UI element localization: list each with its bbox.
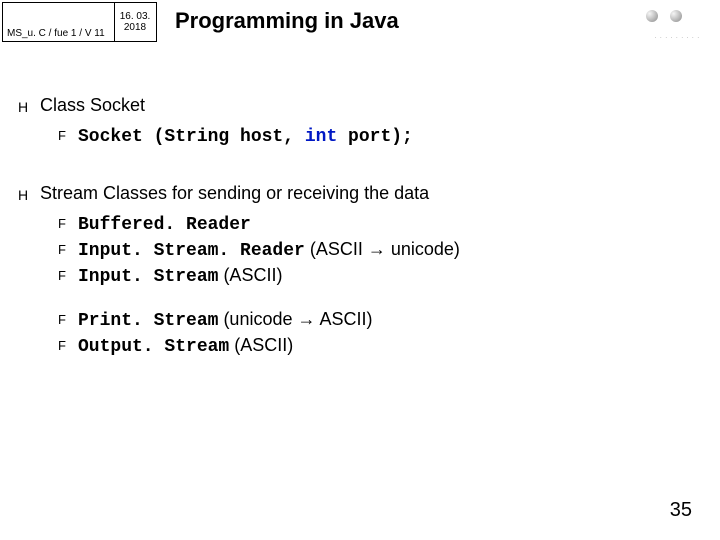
- note: ASCII): [316, 309, 373, 329]
- section-heading-text: Stream Classes for sending or receiving …: [40, 183, 429, 204]
- section-heading-text: Class Socket: [40, 95, 145, 116]
- item-text: Print. Stream (unicode → ASCII): [78, 309, 373, 331]
- y-bullet-icon: F: [58, 309, 72, 331]
- list-item: F Input. Stream (ASCII): [58, 265, 700, 287]
- slide-header: MS_u. C / fue 1 / V 11 16. 03. 2018 Prog…: [0, 0, 720, 60]
- decorative-orb-icon: [670, 10, 682, 22]
- decorative-dots: . . . . . . . . .: [655, 34, 700, 40]
- code: Input. Stream: [78, 267, 218, 287]
- code: Socket (String host,: [78, 127, 305, 147]
- item-text: Output. Stream (ASCII): [78, 335, 293, 357]
- code: Buffered. Reader: [78, 215, 251, 235]
- y-bullet-icon: F: [58, 213, 72, 235]
- item-group: F Socket (String host, int port);: [58, 125, 700, 147]
- code: Output. Stream: [78, 337, 229, 357]
- list-item: F Buffered. Reader: [58, 213, 700, 235]
- code: port);: [337, 127, 413, 147]
- note: (ASCII: [305, 239, 368, 259]
- code: Input. Stream. Reader: [78, 241, 305, 261]
- item-text: Input. Stream (ASCII): [78, 265, 282, 287]
- meta-date-bottom: 2018: [124, 22, 146, 33]
- code: Print. Stream: [78, 311, 218, 331]
- item-text: Input. Stream. Reader (ASCII → unicode): [78, 239, 460, 261]
- meta-box: MS_u. C / fue 1 / V 11 16. 03. 2018: [2, 2, 157, 42]
- note: unicode): [386, 239, 460, 259]
- list-item: F Input. Stream. Reader (ASCII → unicode…: [58, 239, 700, 261]
- note: (ASCII): [229, 335, 293, 355]
- z-bullet-icon: H: [18, 183, 32, 207]
- note: (ASCII): [218, 265, 282, 285]
- item-text: Socket (String host, int port);: [78, 125, 413, 147]
- y-bullet-icon: F: [58, 125, 72, 147]
- meta-date: 16. 03. 2018: [114, 3, 156, 41]
- meta-date-top: 16. 03.: [120, 11, 151, 22]
- slide-content: H Class Socket F Socket (String host, in…: [18, 95, 700, 375]
- list-item: F Socket (String host, int port);: [58, 125, 700, 147]
- y-bullet-icon: F: [58, 239, 72, 261]
- section-heading: H Stream Classes for sending or receivin…: [18, 183, 700, 207]
- arrow-icon: →: [368, 239, 386, 259]
- list-item: F Print. Stream (unicode → ASCII): [58, 309, 700, 331]
- note: (unicode: [218, 309, 297, 329]
- section-heading: H Class Socket: [18, 95, 700, 119]
- meta-course: MS_u. C / fue 1 / V 11: [3, 3, 115, 41]
- item-group: F Buffered. Reader F Input. Stream. Read…: [58, 213, 700, 357]
- z-bullet-icon: H: [18, 95, 32, 119]
- slide-title: Programming in Java: [175, 8, 399, 34]
- list-item: F Output. Stream (ASCII): [58, 335, 700, 357]
- item-text: Buffered. Reader: [78, 213, 251, 235]
- arrow-icon: →: [298, 309, 316, 329]
- y-bullet-icon: F: [58, 265, 72, 287]
- keyword: int: [305, 127, 337, 147]
- y-bullet-icon: F: [58, 335, 72, 357]
- page-number: 35: [670, 499, 692, 522]
- decorative-orb-icon: [646, 10, 658, 22]
